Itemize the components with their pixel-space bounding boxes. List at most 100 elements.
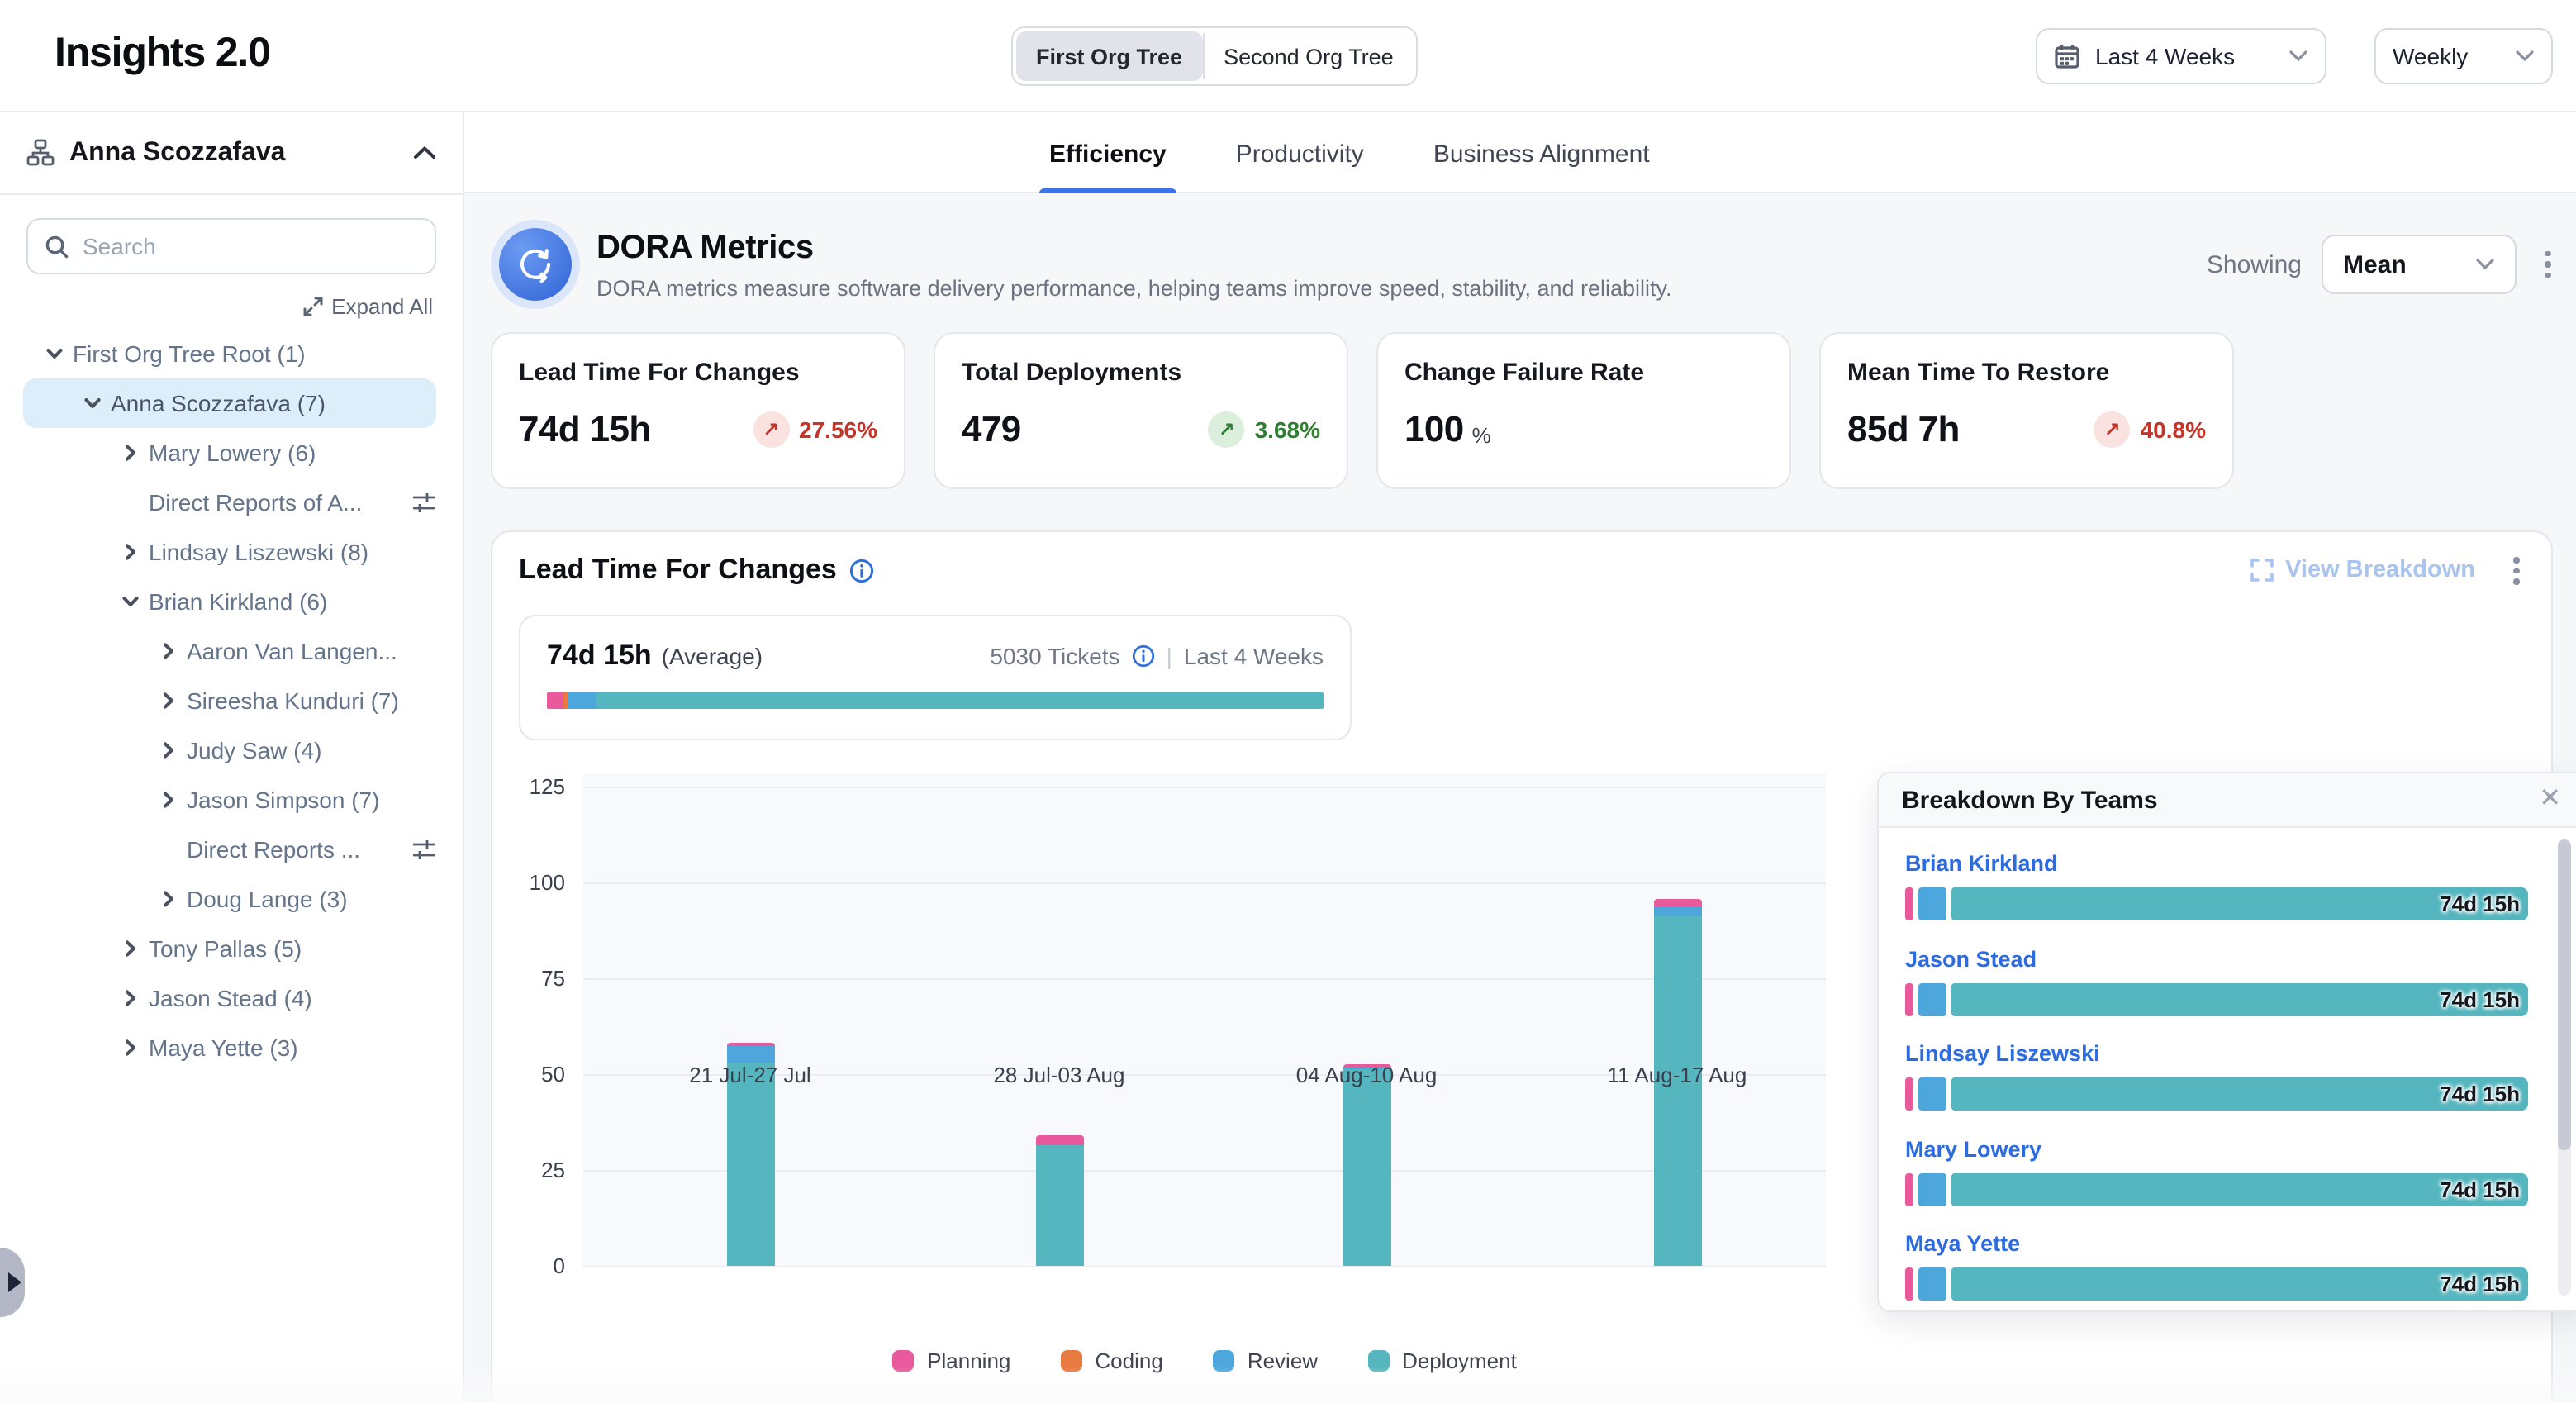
summary-tickets: 5030 Tickets	[990, 643, 1119, 669]
chevron-right-icon[interactable]	[116, 939, 145, 958]
breakdown-row-maya-yette: Maya Yette 74d 15h	[1905, 1231, 2528, 1301]
dora-kebab-menu[interactable]	[2536, 248, 2559, 282]
tree-item-jason-stead-4[interactable]: Jason Stead (4)	[0, 973, 463, 1023]
lead-time-kebab-menu[interactable]	[2505, 554, 2528, 587]
toggle-divider	[1202, 33, 1204, 79]
legend-item-review[interactable]: Review	[1213, 1348, 1318, 1373]
chevron-down-icon[interactable]	[40, 344, 69, 364]
top-header: Insights 2.0 First Org Tree Second Org T…	[0, 0, 2576, 112]
metric-card-lead-time-for-changes: Lead Time For Changes74d 15h↗27.56%	[491, 332, 905, 489]
tab-business-alignment[interactable]: Business Alignment	[1433, 112, 1650, 193]
showing-select[interactable]: Mean	[2322, 235, 2517, 294]
team-bar-segment-review	[1918, 982, 1946, 1015]
stacked-bar-3[interactable]	[1343, 1064, 1390, 1266]
legend-item-deployment[interactable]: Deployment	[1367, 1348, 1517, 1373]
tree-item-lindsay-liszewski-8[interactable]: Lindsay Liszewski (8)	[0, 527, 463, 577]
legend-swatch	[892, 1350, 914, 1372]
toggle-first-org-tree[interactable]: First Org Tree	[1016, 31, 1202, 81]
chevron-down-icon[interactable]	[116, 592, 145, 611]
stacked-bar-2[interactable]	[1035, 1135, 1083, 1266]
tree-item-direct-reports[interactable]: Direct Reports ...	[0, 825, 463, 874]
tree-item-label: Brian Kirkland (6)	[149, 588, 327, 615]
team-bar-segment-planning	[1905, 982, 1913, 1015]
team-name-link[interactable]: Maya Yette	[1905, 1231, 2528, 1256]
gridline	[583, 882, 1826, 884]
legend-item-coding[interactable]: Coding	[1060, 1348, 1162, 1373]
chevron-down-icon[interactable]	[78, 393, 107, 413]
chevron-right-icon[interactable]	[116, 988, 145, 1008]
trend-delta: 3.68%	[1255, 416, 1320, 443]
team-name-link[interactable]: Lindsay Liszewski	[1905, 1041, 2528, 1066]
tree-item-first-org-tree-root-1[interactable]: First Org Tree Root (1)	[0, 329, 463, 378]
tree-item-tony-pallas-5[interactable]: Tony Pallas (5)	[0, 924, 463, 973]
chevron-right-icon[interactable]	[154, 790, 183, 810]
toggle-second-org-tree[interactable]: Second Org Tree	[1204, 31, 1414, 81]
tree-item-anna-scozzafava-7[interactable]: Anna Scozzafava (7)	[23, 378, 436, 428]
tree-item-judy-saw-4[interactable]: Judy Saw (4)	[0, 725, 463, 775]
breakdown-row-brian-kirkland: Brian Kirkland 74d 15h	[1905, 851, 2528, 920]
legend-label: Coding	[1095, 1348, 1162, 1373]
summary-segment-review	[568, 692, 596, 709]
chevron-right-icon[interactable]	[154, 889, 183, 909]
scrollbar-track[interactable]	[2558, 839, 2571, 1296]
metric-value: 74d 15h	[519, 408, 651, 451]
sidebar-header[interactable]: Anna Scozzafava	[0, 112, 463, 195]
team-stacked-bar[interactable]: 74d 15h	[1905, 1172, 2528, 1206]
dora-description: DORA metrics measure software delivery p…	[596, 275, 1672, 300]
main-tabs: Efficiency Productivity Business Alignment	[1049, 112, 1650, 193]
chevron-down-icon	[2515, 50, 2535, 63]
bar-segment-deployment	[726, 1063, 774, 1266]
filter-sliders-icon[interactable]	[411, 490, 436, 515]
team-name-link[interactable]: Jason Stead	[1905, 946, 2528, 971]
chevron-right-icon[interactable]	[116, 443, 145, 463]
y-tick-label: 0	[509, 1253, 565, 1278]
legend-label: Planning	[927, 1348, 1010, 1373]
team-stacked-bar[interactable]: 74d 15h	[1905, 887, 2528, 920]
team-bar-segment-review	[1918, 1172, 1946, 1206]
search-input[interactable]	[83, 233, 380, 259]
tree-item-label: Anna Scozzafava (7)	[111, 390, 326, 416]
chevron-right-icon[interactable]	[116, 542, 145, 562]
team-stacked-bar[interactable]: 74d 15h	[1905, 982, 2528, 1015]
tree-item-direct-reports-of-a[interactable]: Direct Reports of A...	[0, 478, 463, 527]
info-icon[interactable]	[850, 559, 875, 583]
team-stacked-bar[interactable]: 74d 15h	[1905, 1077, 2528, 1111]
filter-sliders-icon[interactable]	[411, 837, 436, 862]
y-tick-label: 75	[509, 966, 565, 991]
view-breakdown-button[interactable]: View Breakdown	[2250, 558, 2475, 584]
tab-efficiency[interactable]: Efficiency	[1049, 112, 1167, 193]
team-bar-value: 74d 15h	[2440, 892, 2520, 916]
team-name-link[interactable]: Brian Kirkland	[1905, 851, 2528, 876]
tree-item-mary-lowery-6[interactable]: Mary Lowery (6)	[0, 428, 463, 478]
tree-item-doug-lange-3[interactable]: Doug Lange (3)	[0, 874, 463, 924]
tree-item-brian-kirkland-6[interactable]: Brian Kirkland (6)	[0, 577, 463, 626]
chevron-up-icon[interactable]	[413, 145, 436, 160]
team-name-link[interactable]: Mary Lowery	[1905, 1136, 2528, 1161]
tree-item-jason-simpson-7[interactable]: Jason Simpson (7)	[0, 775, 463, 825]
scrollbar-thumb[interactable]	[2558, 839, 2571, 1150]
team-stacked-bar[interactable]: 74d 15h	[1905, 1267, 2528, 1301]
info-icon[interactable]	[1132, 644, 1155, 668]
x-tick-label: 11 Aug-17 Aug	[1561, 1063, 1793, 1087]
chevron-right-icon[interactable]	[116, 1038, 145, 1058]
tab-productivity[interactable]: Productivity	[1236, 112, 1364, 193]
metric-title: Lead Time For Changes	[519, 359, 877, 387]
tree-item-aaron-van-langen[interactable]: Aaron Van Langen...	[0, 626, 463, 676]
bar-segment-planning	[1653, 900, 1701, 907]
tree-item-maya-yette-3[interactable]: Maya Yette (3)	[0, 1023, 463, 1072]
date-range-select[interactable]: Last 4 Weeks	[2036, 28, 2326, 84]
legend-item-planning[interactable]: Planning	[892, 1348, 1010, 1373]
org-tree: First Org Tree Root (1) Anna Scozzafava (…	[0, 329, 463, 1072]
expand-all-icon	[302, 296, 323, 317]
tree-item-label: Direct Reports ...	[187, 836, 360, 863]
bar-segment-review	[1653, 907, 1701, 915]
granularity-select[interactable]: Weekly	[2374, 28, 2553, 84]
tree-item-sireesha-kunduri-7[interactable]: Sireesha Kunduri (7)	[0, 676, 463, 725]
chevron-right-icon[interactable]	[154, 691, 183, 711]
close-icon[interactable]: ✕	[2539, 787, 2561, 813]
app-title: Insights 2.0	[55, 30, 270, 78]
chevron-right-icon[interactable]	[154, 641, 183, 661]
breakdown-panel: Breakdown By Teams ✕ Brian Kirkland74d 1…	[1877, 772, 2576, 1312]
chevron-right-icon[interactable]	[154, 740, 183, 760]
expand-all-button[interactable]: Expand All	[0, 294, 433, 319]
